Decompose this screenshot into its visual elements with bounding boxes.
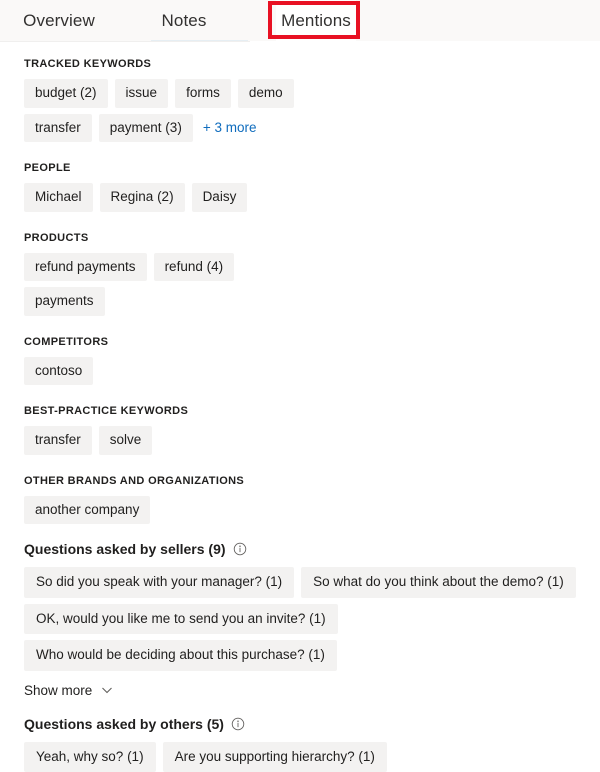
tab-mentions[interactable]: Mentions (276, 0, 356, 41)
chip[interactable]: payments (24, 287, 105, 316)
chip[interactable]: budget (2) (24, 79, 108, 108)
section-title: PEOPLE (24, 162, 600, 174)
section-competitors: COMPETITORS contoso (24, 336, 600, 386)
mentions-panel: TRACKED KEYWORDS budget (2) issue forms … (0, 58, 600, 772)
chip[interactable]: transfer (24, 426, 92, 455)
section-questions-sellers: Questions asked by sellers (9) So did yo… (24, 541, 600, 700)
section-title: COMPETITORS (24, 336, 600, 348)
section-best-practice-keywords: BEST-PRACTICE KEYWORDS transfer solve (24, 405, 600, 455)
tab-overview[interactable]: Overview (14, 0, 104, 41)
chip[interactable]: contoso (24, 357, 93, 386)
chip[interactable]: Regina (2) (100, 183, 185, 212)
chip-row: contoso (24, 357, 600, 386)
tab-bar: Overview Notes Mentions (0, 0, 600, 41)
show-more-keywords-link[interactable]: + 3 more (200, 120, 257, 135)
chip[interactable]: Who would be deciding about this purchas… (24, 640, 337, 671)
chip-row: So did you speak with your manager? (1) … (24, 567, 600, 598)
chip-row: another company (24, 496, 600, 525)
questions-others-title: Questions asked by others (5) (24, 716, 224, 732)
chip-row: OK, would you like me to send you an inv… (24, 604, 600, 671)
chip[interactable]: forms (175, 79, 231, 108)
chip[interactable]: payment (3) (99, 114, 193, 143)
section-title: BEST-PRACTICE KEYWORDS (24, 405, 600, 417)
chip[interactable]: Daisy (192, 183, 248, 212)
section-tracked-keywords: TRACKED KEYWORDS budget (2) issue forms … (24, 58, 600, 142)
chip-row: refund payments refund (4) (24, 253, 600, 282)
section-title: OTHER BRANDS AND ORGANIZATIONS (24, 475, 600, 487)
chip[interactable]: OK, would you like me to send you an inv… (24, 604, 338, 635)
tab-bar-divider (0, 41, 250, 42)
show-more-button[interactable]: Show more (24, 683, 113, 698)
chip-row: payments (24, 287, 600, 316)
section-products: PRODUCTS refund payments refund (4) paym… (24, 232, 600, 316)
tab-mentions-label: Mentions (281, 11, 351, 31)
chip-row: budget (2) issue forms demo (24, 79, 600, 108)
section-questions-others: Questions asked by others (5) Yeah, why … (24, 716, 600, 772)
section-people: PEOPLE Michael Regina (2) Daisy (24, 162, 600, 212)
chip[interactable]: demo (238, 79, 294, 108)
tab-notes[interactable]: Notes (151, 0, 217, 41)
chip[interactable]: Michael (24, 183, 93, 212)
tab-overview-label: Overview (23, 11, 95, 31)
questions-sellers-header: Questions asked by sellers (9) (24, 541, 600, 557)
chevron-down-icon (101, 684, 113, 696)
chip-row: transfer payment (3) + 3 more (24, 114, 600, 143)
section-other-brands: OTHER BRANDS AND ORGANIZATIONS another c… (24, 475, 600, 525)
chip[interactable]: refund (4) (154, 253, 235, 282)
tab-notes-label: Notes (162, 11, 207, 31)
questions-sellers-title: Questions asked by sellers (9) (24, 541, 226, 557)
section-title: TRACKED KEYWORDS (24, 58, 600, 70)
info-icon[interactable] (233, 542, 247, 556)
questions-others-header: Questions asked by others (5) (24, 716, 600, 732)
chip[interactable]: solve (99, 426, 153, 455)
chip[interactable]: refund payments (24, 253, 147, 282)
chip[interactable]: issue (115, 79, 169, 108)
chip[interactable]: another company (24, 496, 150, 525)
info-icon[interactable] (231, 717, 245, 731)
section-title: PRODUCTS (24, 232, 600, 244)
chip-row: transfer solve (24, 426, 600, 455)
chip[interactable]: So what do you think about the demo? (1) (301, 567, 576, 598)
chip[interactable]: So did you speak with your manager? (1) (24, 567, 294, 598)
chip[interactable]: transfer (24, 114, 92, 143)
chip-row: Michael Regina (2) Daisy (24, 183, 600, 212)
show-more-label: Show more (24, 683, 92, 698)
chip[interactable]: Yeah, why so? (1) (24, 742, 156, 772)
chip-row: Yeah, why so? (1) Are you supporting hie… (24, 742, 600, 772)
chip[interactable]: Are you supporting hierarchy? (1) (163, 742, 387, 772)
